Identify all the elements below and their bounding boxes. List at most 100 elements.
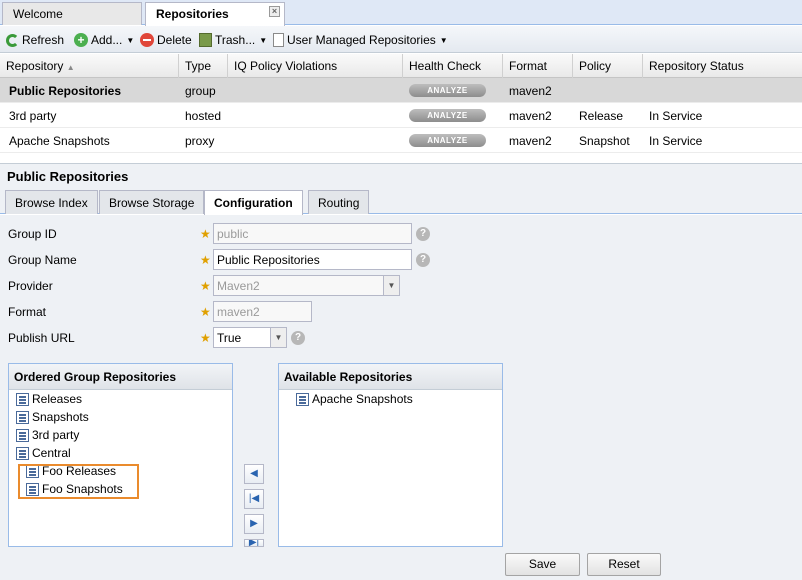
- cell-repository: Public Repositories: [9, 84, 122, 98]
- list-item[interactable]: Snapshots: [16, 408, 89, 426]
- group-id-field[interactable]: public: [213, 223, 412, 244]
- chevron-down-icon: ▼: [259, 35, 268, 45]
- trash-icon: [199, 33, 212, 47]
- cell-policy: Snapshot: [579, 134, 630, 148]
- table-row[interactable]: Apache Snapshots proxy ANALYZE maven2 Sn…: [0, 128, 802, 153]
- document-icon: [273, 33, 284, 47]
- column-status[interactable]: Repository Status: [643, 54, 802, 78]
- cell-format: maven2: [509, 84, 552, 98]
- close-icon[interactable]: ×: [269, 6, 280, 17]
- format-field[interactable]: maven2: [213, 301, 312, 322]
- column-type[interactable]: Type: [179, 54, 228, 78]
- analyze-button[interactable]: ANALYZE: [409, 109, 486, 122]
- sort-asc-icon: ▲: [66, 63, 75, 72]
- available-repositories-title: Available Repositories: [279, 364, 502, 390]
- publish-url-select[interactable]: True ▼: [213, 327, 287, 348]
- add-button[interactable]: + Add... ▼: [74, 30, 134, 50]
- cell-policy: Release: [579, 109, 624, 123]
- list-item[interactable]: Apache Snapshots: [296, 390, 413, 408]
- cell-status: In Service: [649, 134, 703, 148]
- list-item-label: 3rd party: [32, 428, 80, 442]
- move-all-left-button[interactable]: |◀: [244, 489, 264, 509]
- tab-repositories-label: Repositories: [156, 7, 229, 21]
- column-format[interactable]: Format: [503, 54, 573, 78]
- group-name-label: Group Name: [8, 253, 77, 267]
- list-item-label: Central: [32, 446, 71, 460]
- help-icon[interactable]: ?: [416, 253, 430, 267]
- cell-type: group: [185, 84, 216, 98]
- analyze-button[interactable]: ANALYZE: [409, 84, 486, 97]
- required-star-icon: ★: [200, 253, 211, 267]
- tab-browse-storage[interactable]: Browse Storage: [99, 190, 205, 214]
- delete-icon: [140, 33, 154, 47]
- help-icon[interactable]: ?: [291, 331, 305, 345]
- detail-tab-strip: Browse Index Browse Storage Configuratio…: [0, 188, 802, 215]
- provider-label: Provider: [8, 279, 53, 293]
- user-managed-label: User Managed Repositories: [287, 33, 436, 47]
- add-icon: +: [74, 33, 88, 47]
- ordered-group-repositories-title: Ordered Group Repositories: [9, 364, 232, 390]
- analyze-button[interactable]: ANALYZE: [409, 134, 486, 147]
- delete-label: Delete: [157, 33, 192, 47]
- add-label: Add...: [91, 33, 123, 47]
- repository-icon: [16, 410, 29, 424]
- publish-url-label: Publish URL: [8, 331, 75, 345]
- list-item[interactable]: Central: [16, 444, 71, 462]
- cell-repository: Apache Snapshots: [9, 134, 110, 148]
- table-row[interactable]: Public Repositories group ANALYZE maven2: [0, 78, 802, 103]
- repository-icon: [16, 446, 29, 460]
- column-repository[interactable]: Repository ▲: [0, 54, 179, 78]
- required-star-icon: ★: [200, 279, 211, 293]
- required-star-icon: ★: [200, 227, 211, 241]
- tab-browse-index[interactable]: Browse Index: [5, 190, 98, 214]
- tab-welcome[interactable]: Welcome: [2, 2, 142, 25]
- list-item[interactable]: 3rd party: [16, 426, 79, 444]
- trash-button[interactable]: Trash... ▼: [199, 30, 267, 50]
- chevron-down-icon: ▼: [439, 35, 448, 45]
- cell-type: hosted: [185, 109, 222, 123]
- reset-button[interactable]: Reset: [587, 553, 661, 576]
- cell-format: maven2: [509, 109, 552, 123]
- help-icon[interactable]: ?: [416, 227, 430, 241]
- user-managed-repositories-button[interactable]: User Managed Repositories ▼: [273, 30, 448, 50]
- repository-icon: [16, 392, 29, 406]
- group-id-label: Group ID: [8, 227, 57, 241]
- move-right-button[interactable]: ▶: [244, 514, 264, 534]
- group-name-field[interactable]: Public Repositories: [213, 249, 412, 270]
- list-item-label: Releases: [32, 392, 83, 406]
- chevron-down-icon: ▼: [126, 35, 135, 45]
- refresh-icon: [6, 33, 19, 47]
- provider-select[interactable]: Maven2 ▼: [213, 275, 400, 296]
- table-row[interactable]: 3rd party hosted ANALYZE maven2 Release …: [0, 103, 802, 128]
- repository-icon: [296, 392, 309, 406]
- highlight-box: [18, 464, 139, 499]
- column-repository-label: Repository: [6, 59, 64, 73]
- column-policy[interactable]: Policy: [573, 54, 643, 78]
- required-star-icon: ★: [200, 331, 211, 345]
- delete-button[interactable]: Delete: [140, 30, 192, 50]
- provider-value: Maven2: [217, 279, 260, 293]
- tab-configuration[interactable]: Configuration: [204, 190, 303, 215]
- refresh-button[interactable]: Refresh: [6, 30, 64, 50]
- column-iq-policy[interactable]: IQ Policy Violations: [228, 54, 403, 78]
- chevron-down-icon[interactable]: ▼: [383, 276, 399, 295]
- main-tab-strip: Welcome Repositories ×: [0, 0, 802, 26]
- move-all-right-button[interactable]: ▶|: [244, 539, 264, 547]
- list-item-label: Snapshots: [32, 410, 89, 424]
- refresh-label: Refresh: [22, 33, 65, 47]
- column-health-check[interactable]: Health Check: [403, 54, 503, 78]
- move-left-button[interactable]: ◀: [244, 464, 264, 484]
- toolbar: Refresh + Add... ▼ Delete Trash... ▼ Use…: [0, 26, 802, 53]
- tab-routing[interactable]: Routing: [308, 190, 370, 214]
- detail-panel-title: Public Repositories: [0, 163, 802, 188]
- required-star-icon: ★: [200, 305, 211, 319]
- list-item[interactable]: Releases: [16, 390, 82, 408]
- publish-url-value: True: [217, 331, 242, 345]
- repository-icon: [16, 428, 29, 442]
- cell-format: maven2: [509, 134, 552, 148]
- cell-repository: 3rd party: [9, 109, 57, 123]
- chevron-down-icon[interactable]: ▼: [270, 328, 286, 347]
- save-button[interactable]: Save: [505, 553, 580, 576]
- repository-grid-header: Repository ▲ Type IQ Policy Violations H…: [0, 54, 802, 78]
- tab-repositories[interactable]: Repositories ×: [145, 2, 285, 26]
